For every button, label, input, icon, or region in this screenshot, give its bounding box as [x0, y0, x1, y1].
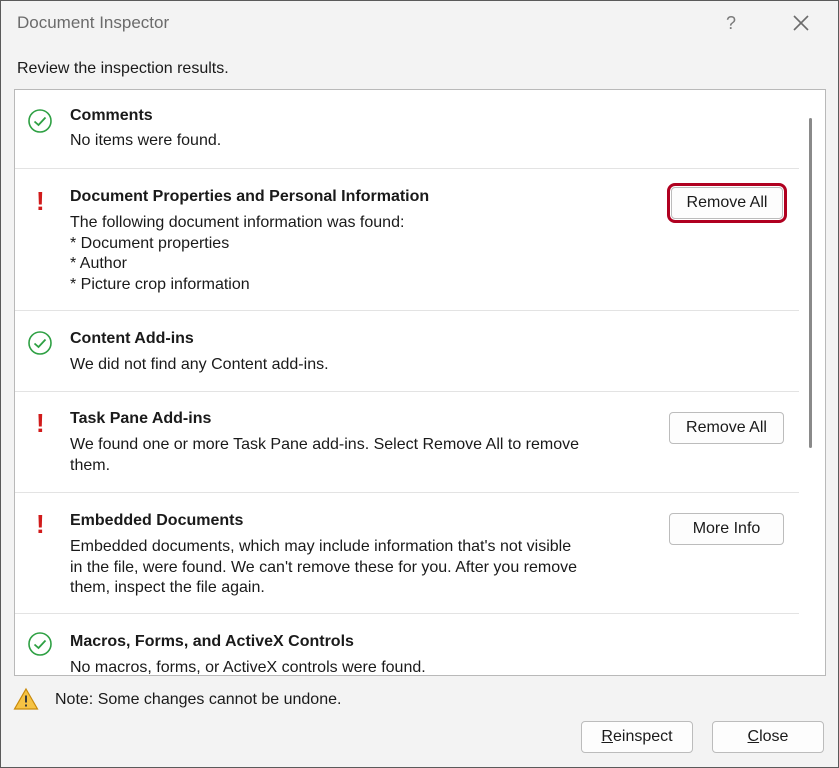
warning-exclamation-icon: ! — [36, 509, 45, 539]
result-heading: Comments — [70, 107, 153, 124]
result-row-document-properties: ! Document Properties and Personal Infor… — [15, 170, 799, 311]
result-row-comments: Comments No items were found. — [15, 90, 799, 169]
result-description: The following document information was f… — [70, 214, 405, 293]
remove-all-button[interactable]: Remove All — [669, 412, 784, 444]
document-inspector-dialog: Document Inspector ? Review the inspecti… — [0, 0, 839, 768]
close-mnemonic: C — [747, 728, 760, 745]
close-button[interactable]: Close — [712, 721, 824, 753]
warning-exclamation-icon: ! — [36, 408, 45, 438]
result-heading: Content Add-ins — [70, 330, 194, 347]
result-heading: Macros, Forms, and ActiveX Controls — [70, 633, 354, 650]
result-description: We did not find any Content add-ins. — [70, 356, 329, 373]
note-text: Note: Some changes cannot be undone. — [55, 691, 342, 708]
results-list[interactable]: Comments No items were found. ! Document… — [14, 89, 826, 676]
result-heading: Task Pane Add-ins — [70, 410, 212, 427]
help-button[interactable]: ? — [719, 9, 743, 37]
reinspect-mnemonic: R — [601, 728, 613, 745]
result-row-task-pane-addins: ! Task Pane Add-ins We found one or more… — [15, 393, 799, 493]
result-description: No items were found. — [70, 132, 222, 149]
close-label: lose — [759, 728, 789, 745]
instructions-text: Review the inspection results. — [17, 60, 229, 77]
result-row-macros: Macros, Forms, and ActiveX Controls No m… — [15, 615, 799, 676]
check-icon — [27, 631, 53, 657]
dialog-title: Document Inspector — [17, 13, 170, 32]
check-icon — [27, 108, 53, 134]
warning-exclamation-icon: ! — [36, 186, 45, 216]
remove-all-button[interactable]: Remove All — [667, 183, 787, 223]
title-bar: Document Inspector ? — [1, 1, 838, 47]
reinspect-label: einspect — [612, 728, 673, 745]
result-row-content-addins: Content Add-ins We did not find any Cont… — [15, 312, 799, 392]
result-heading: Embedded Documents — [70, 512, 244, 529]
result-heading: Document Properties and Personal Informa… — [70, 188, 430, 205]
result-description: We found one or more Task Pane add-ins. … — [70, 436, 580, 474]
result-description: No macros, forms, or ActiveX controls we… — [70, 659, 426, 676]
result-row-embedded-documents: ! Embedded Documents Embedded documents,… — [15, 494, 799, 614]
reinspect-button[interactable]: Reinspect — [581, 721, 693, 753]
more-info-button[interactable]: More Info — [669, 513, 784, 545]
vertical-scrollbar[interactable] — [809, 118, 812, 448]
result-description: Embedded documents, which may include in… — [70, 538, 578, 596]
check-icon — [27, 330, 53, 356]
warning-icon — [13, 687, 39, 716]
close-icon[interactable] — [785, 9, 815, 37]
